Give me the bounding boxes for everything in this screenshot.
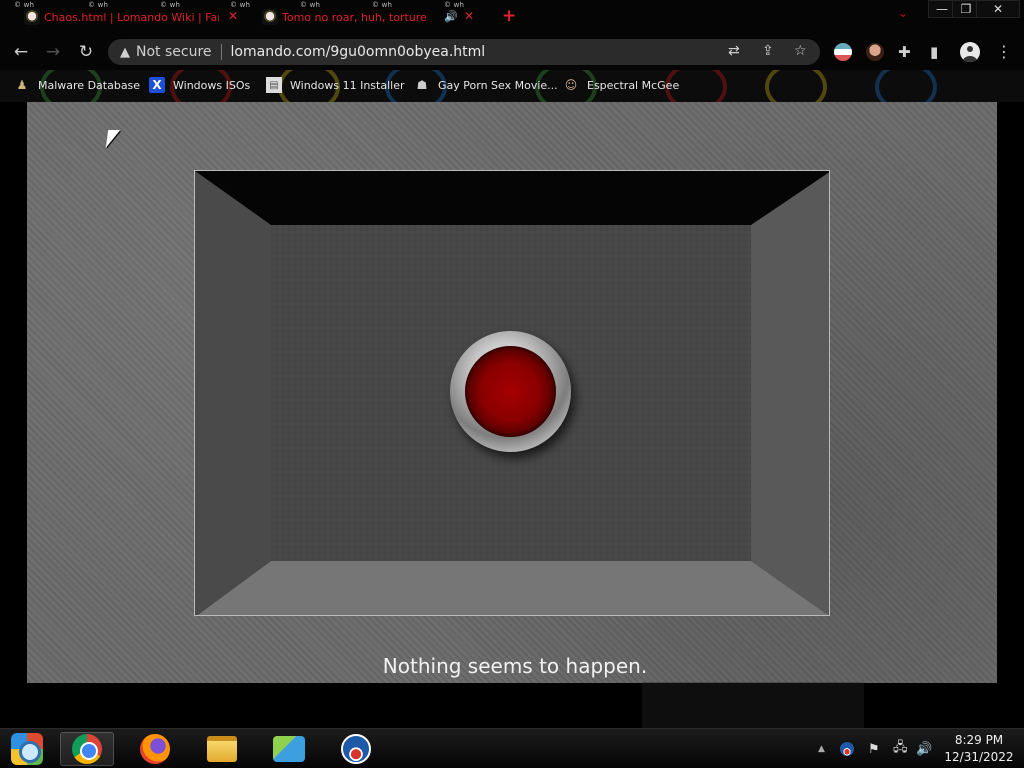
folder-icon: [207, 736, 237, 762]
ghost-icon: ☗: [416, 78, 428, 92]
tab-search-icon[interactable]: ⌄: [898, 6, 908, 20]
clock-time: 8:29 PM: [954, 733, 1004, 747]
profile-avatar-icon[interactable]: [960, 42, 980, 62]
bookmark-label: Windows ISOs: [173, 78, 251, 92]
start-button[interactable]: [0, 732, 54, 766]
bookmark-star-icon[interactable]: ☆: [794, 43, 807, 59]
taskbar-file-explorer[interactable]: [195, 732, 249, 766]
action-center-flag-icon[interactable]: ⚑: [868, 729, 880, 768]
status-message: Nothing seems to happen.: [382, 654, 648, 678]
stone-background: [27, 102, 997, 683]
page-viewport: Nothing seems to happen.: [0, 102, 1024, 730]
tray-expand-icon[interactable]: ▲: [818, 729, 825, 768]
tab-title: Chaos.html | Lomando Wiki | Fan: [44, 10, 219, 24]
x-logo-icon: X: [149, 77, 165, 93]
start-orb-icon: [11, 733, 43, 765]
network-status-icon[interactable]: 🖧: [893, 729, 908, 768]
volume-icon[interactable]: 🔊: [916, 729, 932, 768]
tab-favicon-icon: [262, 9, 278, 25]
theme-decoration: [765, 70, 827, 102]
security-status[interactable]: Not secure: [136, 44, 212, 60]
back-arrow-icon[interactable]: ←: [9, 40, 33, 64]
screen: © wh © wh © wh © wh © wh © wh © wh Chaos…: [0, 0, 1024, 768]
reload-icon[interactable]: ↻: [74, 40, 98, 64]
bookmark-label: Windows 11 Installer: [290, 78, 405, 92]
tab-title: Tomo no roar, huh, torture: [282, 10, 427, 24]
extension-avatar-icon[interactable]: [866, 43, 884, 61]
face-icon: ☺: [564, 78, 578, 92]
taskbar-firefox[interactable]: [128, 732, 182, 766]
bookmarks-bar: ♟ Malware Database X Windows ISOs ▤ Wind…: [0, 70, 1024, 102]
taskbar-clock[interactable]: 8:29 PM 12/31/2022: [940, 732, 1018, 766]
bookmark-movie-site[interactable]: ☗ Gay Porn Sex Movie...: [414, 77, 558, 93]
document-icon: ▤: [266, 77, 282, 93]
browser-toolbar: ← → ↻ ▲ Not secure lomando.com/9gu0omn0o…: [0, 34, 1024, 70]
tab-active[interactable]: Tomo no roar, huh, torture 🔊 ✕: [262, 4, 498, 30]
extension-flag-icon[interactable]: [834, 43, 852, 61]
network-people-icon: [273, 736, 305, 762]
extensions-puzzle-icon[interactable]: ✚: [898, 43, 911, 61]
url-text[interactable]: lomando.com/9gu0omn0obyea.html: [231, 44, 486, 60]
theme-decoration: [875, 70, 937, 102]
tab-close-icon[interactable]: ✕: [228, 9, 238, 23]
tab-close-icon[interactable]: ✕: [464, 9, 474, 23]
taskbar-network-app[interactable]: [262, 732, 316, 766]
firefox-icon: [140, 734, 170, 764]
bookmark-label: Gay Porn Sex Movie...: [438, 78, 558, 92]
bookmark-label: Espectral McGee: [587, 78, 680, 92]
taskbar: ▲ ⚑ 🖧 🔊 8:29 PM 12/31/2022: [0, 728, 1024, 768]
bookmark-windows-11-installer[interactable]: ▤ Windows 11 Installer: [266, 77, 405, 93]
audio-playing-icon[interactable]: 🔊: [444, 10, 458, 23]
bookmark-windows-isos[interactable]: X Windows ISOs: [149, 77, 250, 93]
warning-triangle-icon[interactable]: ▲: [120, 45, 130, 60]
obama-logo-icon: [341, 734, 371, 764]
chrome-icon: [72, 734, 102, 764]
new-tab-button[interactable]: +: [502, 6, 516, 26]
side-panel-icon[interactable]: ▮: [930, 43, 938, 61]
big-red-button-face[interactable]: [465, 346, 556, 437]
bookmark-label: Malware Database: [38, 78, 141, 92]
tab-chaos[interactable]: Chaos.html | Lomando Wiki | Fan ✕: [24, 4, 244, 30]
omnibox-divider: [220, 44, 222, 60]
share-icon[interactable]: ⇪: [762, 43, 774, 59]
forward-arrow-icon[interactable]: →: [41, 40, 65, 64]
taskbar-chrome[interactable]: [60, 732, 114, 766]
tab-favicon-icon: [24, 9, 40, 25]
bookmark-espectral-mcgee[interactable]: ☺ Espectral McGee: [563, 77, 679, 93]
translate-icon[interactable]: ⇄: [728, 43, 740, 59]
button-recess: [194, 170, 830, 616]
tray-obama-icon[interactable]: [840, 742, 854, 756]
user-icon: ♟: [16, 78, 28, 92]
clock-date: 12/31/2022: [944, 750, 1014, 764]
address-bar[interactable]: ▲ Not secure lomando.com/9gu0omn0obyea.h…: [108, 39, 820, 65]
taskbar-obama-app[interactable]: [329, 732, 383, 766]
faded-notification: [642, 682, 864, 730]
big-red-button[interactable]: [450, 331, 571, 452]
kebab-menu-icon[interactable]: ⋮: [996, 42, 1012, 61]
tab-strip: © wh © wh © wh © wh © wh © wh © wh Chaos…: [0, 0, 1024, 34]
close-window-button[interactable]: ✕: [976, 0, 1020, 18]
bookmark-malware-database[interactable]: ♟ Malware Database: [14, 77, 140, 93]
mouse-cursor-icon: [105, 130, 121, 148]
